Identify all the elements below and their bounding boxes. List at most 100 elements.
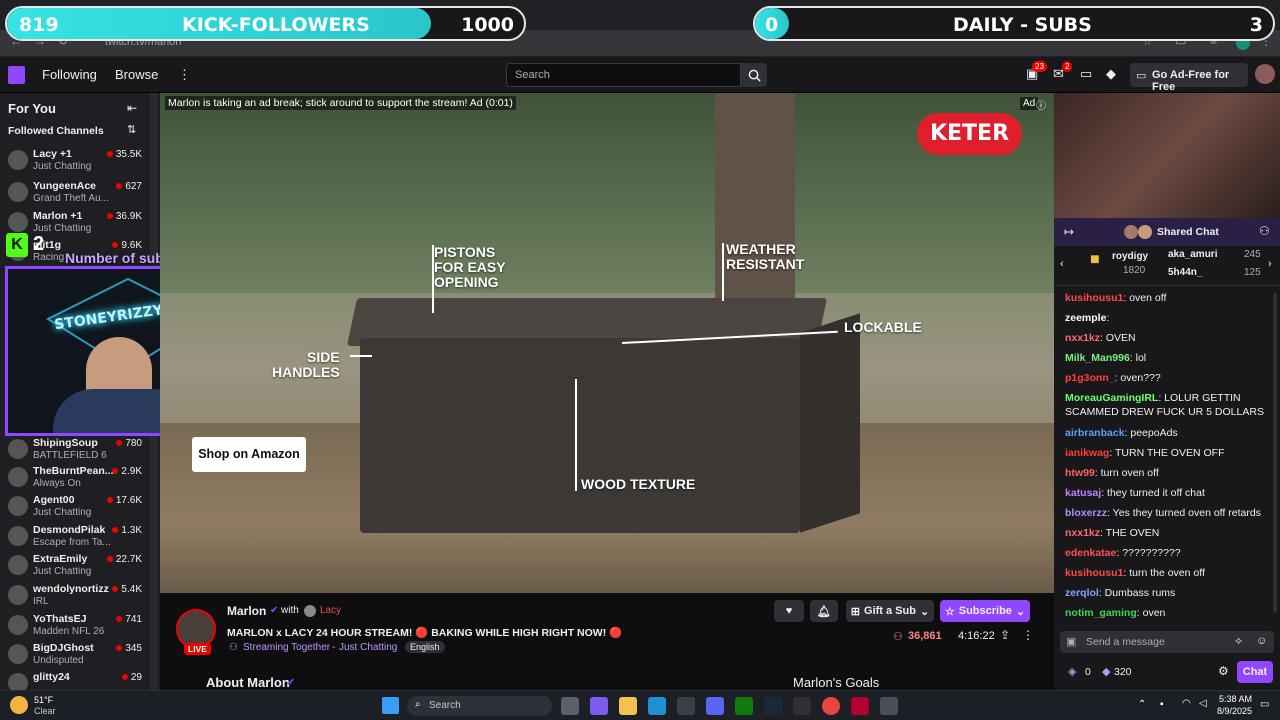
weather-icon[interactable] [10,696,28,714]
chat-text: : oven [1136,607,1166,619]
chat-username[interactable]: bloxerzz [1065,507,1107,519]
sidebar-channel[interactable]: Lacy +1 Just Chatting 35.5K [0,145,150,177]
channel-avatar [8,555,28,575]
category-link[interactable]: Just Chatting [339,642,397,653]
chat-username[interactable]: airbranback [1065,427,1125,439]
store-icon[interactable] [677,697,695,715]
user-avatar[interactable] [1255,64,1275,84]
streamer-name[interactable]: Marlon [227,604,266,618]
app-icon-2[interactable] [880,697,898,715]
chat-message: nxx1kz: OVEN [1065,331,1273,345]
crown-icon[interactable]: ◆ [1106,66,1116,82]
channel-points-icon[interactable]: ◈ [1068,665,1076,678]
chat-text: : lol [1129,352,1147,364]
sidebar-channel[interactable]: YungeenAce Grand Theft Au... 627 [0,177,150,209]
chrome-icon[interactable] [822,697,840,715]
shop-on-amazon-button[interactable]: Shop on Amazon [192,437,306,472]
streaming-together-link[interactable]: Streaming Together [243,642,330,653]
taskbar-search[interactable]: ⌕ Search [407,696,552,716]
chat-username[interactable]: htw99 [1065,467,1095,479]
subscribe-button[interactable]: ☆ Subscribe ⌄ [940,600,1030,622]
leaderboard-prev-icon[interactable]: ‹ [1060,258,1064,270]
app-icon[interactable] [851,697,869,715]
chat-username[interactable]: notim_gaming [1065,607,1137,619]
sort-icon[interactable]: ⇅ [127,123,136,136]
chat-settings-icon[interactable]: ⚙ [1218,664,1229,678]
bits-icon[interactable]: ✧ [1234,635,1243,648]
sidebar-channel[interactable]: BigDJGhost Undisputed 345 [0,639,150,671]
guest-name[interactable]: Lacy [320,605,341,616]
nav-browse[interactable]: Browse [115,67,158,82]
collapse-chat-icon[interactable]: ↦ [1064,225,1074,239]
chat-username[interactable]: nxx1kz [1065,527,1100,539]
chat-input[interactable]: ▣ Send a message ✧ ☺ [1060,631,1274,653]
ad-free-button[interactable]: Go Ad-Free for Free [1130,63,1248,93]
chat-username[interactable]: kusihousu1 [1065,292,1123,304]
community-icon[interactable]: ⚇ [1259,224,1270,238]
channel-avatar [8,467,28,487]
volume-icon[interactable]: ◁ [1199,698,1207,709]
chat-username[interactable]: zeemple [1065,312,1106,324]
channel-viewer-count: 741 [125,614,142,625]
channel-avatar [8,439,28,459]
leaderboard-next-icon[interactable]: › [1268,258,1272,270]
emote-icon[interactable]: ☺ [1256,635,1267,647]
windows-start-icon[interactable] [382,697,399,714]
more-icon[interactable]: ⋮ [1022,628,1034,642]
clock-time[interactable]: 5:38 AM [1214,694,1252,704]
sidebar-channel[interactable]: TheBurntPean... Always On 2.9K [0,462,150,494]
chat-username[interactable]: katusaj [1065,487,1101,499]
task-view-icon[interactable] [561,697,579,715]
nav-following[interactable]: Following [42,67,97,82]
notifications-bell-button[interactable]: 🔔︎ [810,600,838,622]
file-explorer-icon[interactable] [619,697,637,715]
edge-icon[interactable] [648,697,666,715]
live-dot-icon [116,183,123,190]
deck-box-body [360,338,800,533]
chat-username[interactable]: nxx1kz [1065,332,1100,344]
more-options-icon[interactable]: ⋮ [178,67,191,83]
search-button[interactable] [741,63,767,87]
chat-username[interactable]: edenkatae [1065,547,1116,559]
discord-icon[interactable] [706,697,724,715]
share-icon[interactable]: ⇪ [1000,628,1010,642]
clock-date[interactable]: 8/9/2025 [1214,706,1252,716]
channel-viewers: 741 [116,614,142,625]
ad-info-icon[interactable]: ⓘ [1036,97,1046,112]
whispers-icon[interactable]: ▭ [1080,66,1092,82]
chat-username[interactable]: kusihousu1 [1065,567,1123,579]
chat-scrollbar[interactable] [1273,293,1277,613]
collapse-sidebar-icon[interactable]: ⇤ [127,101,137,115]
language-tag[interactable]: English [405,641,445,653]
chat-username[interactable]: zerqlol [1065,587,1099,599]
sidebar-channel[interactable]: wendolynortizz IRL 5.4K [0,580,150,612]
chat-username[interactable]: Milk_Man996 [1065,352,1130,364]
steam-icon[interactable] [764,697,782,715]
copilot-icon[interactable] [590,697,608,715]
search-input[interactable]: Search [506,63,741,87]
sidebar-channel[interactable]: YoThatsEJ Madden NFL 26 741 [0,610,150,642]
follow-heart-button[interactable]: ♥ [774,600,804,622]
viewer-count: 36,861 [908,630,942,642]
wifi-icon[interactable]: ◠ [1182,698,1191,709]
chat-send-button[interactable]: Chat [1237,661,1273,683]
obs-icon[interactable] [793,697,811,715]
notification-center-icon[interactable]: ▭ [1260,699,1269,710]
guest-avatar[interactable] [304,605,316,617]
chat-message: kusihousu1: turn the oven off [1065,566,1273,580]
sidebar-channel[interactable]: Agent00 Just Chatting 17.6K [0,491,150,523]
chat-message: Milk_Man996: lol [1065,351,1273,365]
channel-viewer-count: 1.3K [121,525,142,536]
xbox-icon[interactable] [735,697,753,715]
chat-username[interactable]: MoreauGamingIRL [1065,392,1158,404]
tray-chevron-icon[interactable]: ⌃ [1138,699,1146,710]
gift-sub-button[interactable]: ⊞ Gift a Sub ⌄ [846,600,934,622]
tray-app-icon[interactable]: ▪ [1160,699,1164,710]
chat-username[interactable]: p1g3onn_ [1065,372,1115,384]
search-icon [748,69,761,82]
video-player[interactable]: Marlon is taking an ad break; stick arou… [160,93,1054,593]
twitch-logo-icon[interactable] [8,66,25,84]
sidebar-channel[interactable]: ExtraEmily Just Chatting 22.7K [0,550,150,582]
chat-username[interactable]: ianikwag [1065,447,1109,459]
sidebar-channel[interactable]: DesmondPilak Escape from Ta... 1.3K [0,521,150,553]
